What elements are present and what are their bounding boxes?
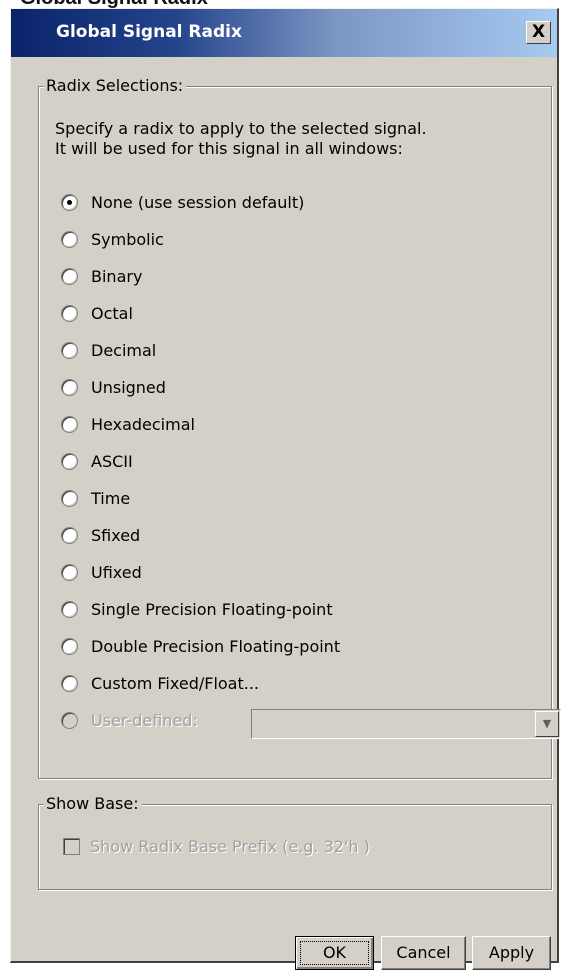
apply-label: Apply [488,943,535,962]
radio-label: Binary [91,267,143,286]
radio-label: ASCII [91,452,133,471]
radio-button[interactable] [61,601,78,618]
show-base-legend: Show Base: [44,794,142,813]
radio-label: Custom Fixed/Float... [91,674,260,693]
close-icon: X [531,22,546,42]
instruction-line-2: It will be used for this signal in all w… [55,139,403,158]
radio-button[interactable] [61,675,78,692]
radix-instruction: Specify a radix to apply to the selected… [55,119,427,159]
chevron-down-icon: ▼ [535,711,559,737]
radio-label: Unsigned [91,378,166,397]
global-signal-radix-dialog: Global Signal Radix X Radix Selections: … [10,8,561,970]
close-button[interactable]: X [526,21,551,44]
radio-option-user-defined: User-defined: ▼ [61,709,561,739]
radix-selections-group: Radix Selections: Specify a radix to app… [38,76,561,779]
radio-label: Single Precision Floating-point [91,600,333,619]
radio-label: Sfixed [91,526,141,545]
radio-button[interactable] [61,564,78,581]
radio-button[interactable] [61,638,78,655]
radio-label: Octal [91,304,133,323]
focus-rect [300,941,369,965]
title-bar[interactable]: Global Signal Radix X [11,9,557,57]
show-base-group: Show Base: Show Radix Base Prefix (e.g. … [38,794,552,890]
cancel-label: Cancel [396,943,451,962]
radio-button[interactable] [61,416,78,433]
radio-label: Time [91,489,131,508]
show-radix-prefix-label: Show Radix Base Prefix (e.g. 32'h ) [90,837,370,856]
radio-label: Symbolic [91,230,164,249]
radio-button[interactable] [61,268,78,285]
dialog-title: Global Signal Radix [56,22,242,42]
radio-button[interactable] [61,379,78,396]
radio-button[interactable] [61,527,78,544]
radio-button [61,712,78,729]
radio-button[interactable] [61,453,78,470]
background-window-title: Global Signal Radix [0,0,566,8]
radix-selections-legend: Radix Selections: [44,76,187,95]
radio-label: Decimal [91,341,157,360]
radio-label: Ufixed [91,563,142,582]
radio-button[interactable] [61,342,78,359]
radio-button[interactable] [61,305,78,322]
user-defined-combobox: ▼ [251,709,561,739]
radio-label: User-defined: [91,711,198,730]
radio-label: Hexadecimal [91,415,195,434]
radio-button[interactable] [61,490,78,507]
radio-label: Double Precision Floating-point [91,637,341,656]
radio-button[interactable] [61,194,78,211]
radio-button[interactable] [61,231,78,248]
instruction-line-1: Specify a radix to apply to the selected… [55,119,427,138]
radio-label: None (use session default) [91,193,305,212]
show-radix-prefix-checkbox [63,838,80,855]
